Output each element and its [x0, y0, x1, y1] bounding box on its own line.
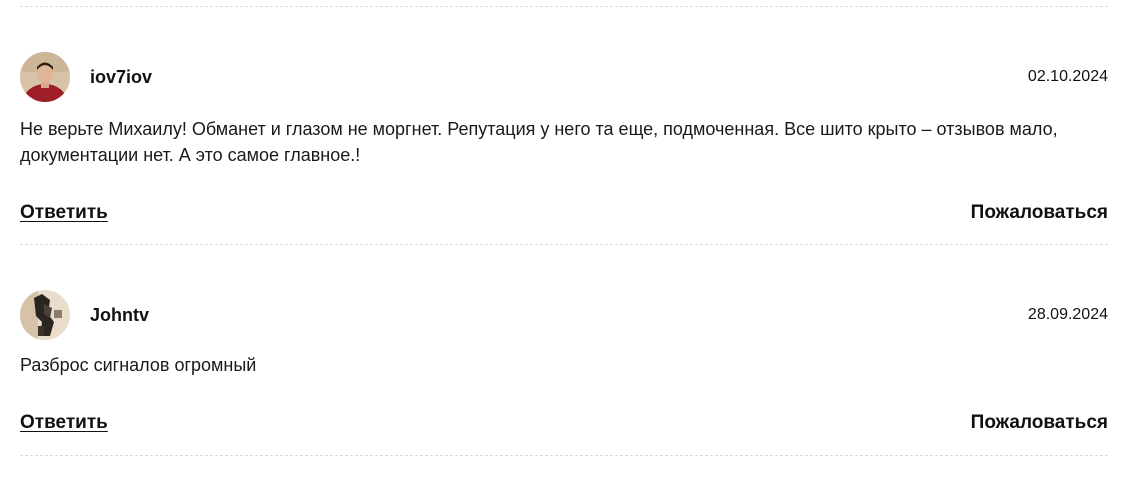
comment-date: 02.10.2024	[1027, 68, 1108, 85]
avatar-photo-icon	[20, 52, 70, 102]
reply-link[interactable]: Ответить	[20, 412, 108, 434]
comment-actions: Ответить Пожаловаться	[20, 202, 1108, 224]
avatar[interactable]	[20, 52, 70, 102]
report-link[interactable]: Пожаловаться	[971, 412, 1108, 434]
comment-date: 28.09.2024	[1027, 306, 1108, 323]
avatar[interactable]	[20, 290, 70, 340]
comment-header: Johntv 28.09.2024	[20, 290, 1108, 340]
divider	[20, 455, 1108, 456]
divider	[20, 244, 1108, 245]
report-link[interactable]: Пожаловаться	[971, 202, 1108, 224]
reply-link[interactable]: Ответить	[20, 202, 108, 224]
comment-actions: Ответить Пожаловаться	[20, 412, 1108, 434]
comment-text: Не верьте Михаилу! Обманет и глазом не м…	[20, 119, 1058, 165]
comment-item: iov7iov 02.10.2024 Не верьте Михаилу! Об…	[20, 52, 1108, 228]
comment-header: iov7iov 02.10.2024	[20, 52, 1108, 102]
comment-username: iov7iov	[90, 66, 153, 87]
comment-text: Разброс сигналов огромный	[20, 355, 257, 375]
avatar-photo-icon	[20, 290, 70, 340]
comment-item: Johntv 28.09.2024 Разброс сигналов огром…	[20, 290, 1108, 440]
divider-top	[20, 6, 1108, 7]
comment-username: Johntv	[90, 304, 150, 325]
